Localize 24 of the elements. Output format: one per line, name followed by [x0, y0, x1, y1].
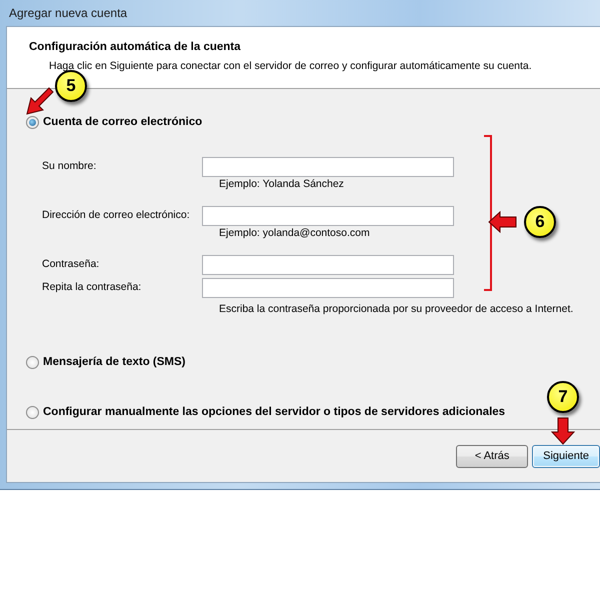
option-label[interactable]: Mensajería de texto (SMS) [43, 354, 186, 372]
input-field[interactable] [202, 206, 454, 226]
hint-text: Ejemplo: yolanda@contoso.com [219, 226, 370, 240]
option-label[interactable]: Cuenta de correo electrónico [43, 114, 202, 132]
header-title: Configuración automática de la cuenta [29, 40, 242, 55]
arrow-icon [551, 417, 575, 445]
radio-button[interactable] [26, 116, 39, 130]
arrow-icon [488, 211, 518, 233]
radio-button[interactable] [26, 356, 39, 370]
field-label: Repita la contraseña: [42, 280, 142, 295]
next-button[interactable]: Siguiente [532, 444, 600, 468]
arrow-icon [25, 86, 55, 116]
back-button[interactable]: < Atrás [456, 444, 528, 468]
input-field[interactable] [202, 278, 454, 298]
option-label[interactable]: Configurar manualmente las opciones del servidor o tipos de servidores adicionales [43, 404, 506, 422]
input-field[interactable] [202, 156, 454, 177]
field-label: Su nombre: [42, 158, 98, 174]
hint-text: Ejemplo: Yolanda Sánchez [219, 177, 344, 192]
window-title: Agregar nueva cuenta [8, 5, 128, 22]
field-label: Contraseña: [42, 256, 100, 272]
field-label: Dirección de correo electrónico: [42, 208, 191, 223]
input-field[interactable] [202, 254, 454, 275]
radio-button[interactable] [26, 406, 39, 420]
hint-text: Escriba la contraseña proporcionada por su proveedor de acceso a Internet. [219, 302, 574, 318]
